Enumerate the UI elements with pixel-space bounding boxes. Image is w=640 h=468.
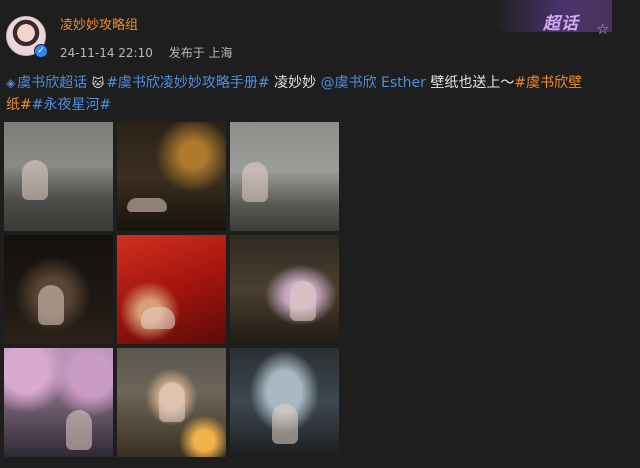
image-thumbnail[interactable] (4, 348, 113, 457)
content-text: 壁纸也送上～ (425, 75, 515, 91)
image-thumbnail[interactable] (117, 122, 226, 231)
cat-emoji-icon: 🐱 (91, 76, 105, 90)
image-thumbnail[interactable] (4, 235, 113, 344)
image-thumbnail[interactable] (230, 122, 339, 231)
content-text: 凌妙妙 (269, 75, 321, 91)
image-thumbnail[interactable] (230, 348, 339, 457)
post-meta: 24-11-14 22:10 发布于 上海 (60, 44, 245, 61)
username-link[interactable]: 凌妙妙攻略组 (60, 14, 138, 33)
post-content: ◈ 虞书欣超话 🐱 #虞书欣凌妙妙攻略手册# 凌妙妙 @虞书欣 Esther 壁纸也… (6, 72, 586, 116)
image-thumbnail[interactable] (117, 348, 226, 457)
timestamp: 24-11-14 22:10 (60, 46, 153, 60)
image-thumbnail[interactable] (4, 122, 113, 231)
verified-badge-icon: ✓ (34, 44, 48, 58)
star-icon[interactable]: ☆ (596, 20, 609, 38)
hashtag-link[interactable]: #虞书欣凌妙妙攻略手册# (106, 75, 269, 91)
supertopic-link[interactable]: ◈ 虞书欣超话 (6, 75, 87, 91)
hashtag-link[interactable]: #永夜星河# (32, 97, 111, 113)
image-thumbnail[interactable] (117, 235, 226, 344)
post-location: 发布于 上海 (168, 46, 233, 60)
supertopic-link-text: 虞书欣超话 (17, 75, 88, 91)
image-thumbnail[interactable] (230, 235, 339, 344)
mention-link[interactable]: @虞书欣 Esther (321, 75, 426, 91)
supertopic-label[interactable]: 超话 (543, 9, 579, 34)
supertopic-icon: ◈ (6, 76, 16, 90)
weibo-post: ✓ 凌妙妙攻略组 24-11-14 22:10 发布于 上海 超话 ☆ ◈ 虞书欣… (0, 0, 640, 468)
